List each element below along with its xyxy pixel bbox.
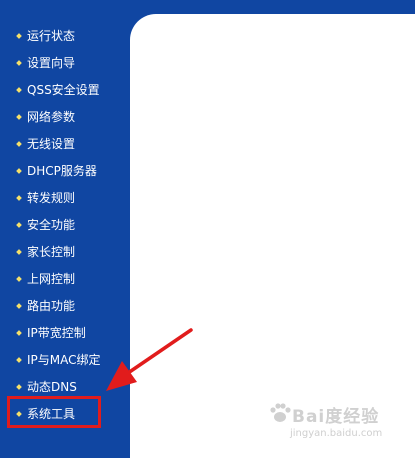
sidebar-item-network[interactable]: 网络参数 [0, 103, 130, 130]
bullet-icon [16, 383, 22, 390]
sidebar-item-label: 运行状态 [27, 28, 76, 43]
sidebar-item-label: 无线设置 [27, 136, 76, 151]
bullet-icon [16, 221, 22, 228]
sidebar-item-status[interactable]: 运行状态 [0, 22, 130, 49]
sidebar-item-wireless[interactable]: 无线设置 [0, 130, 130, 157]
sidebar-item-parental[interactable]: 家长控制 [0, 238, 130, 265]
sidebar-item-label: IP与MAC绑定 [27, 352, 101, 367]
sidebar-item-security[interactable]: 安全功能 [0, 211, 130, 238]
bullet-icon [16, 356, 22, 363]
bullet-icon [16, 113, 22, 120]
sidebar-item-label: 转发规则 [27, 190, 76, 205]
sidebar-item-label: DHCP服务器 [27, 163, 97, 178]
sidebar-item-label: IP带宽控制 [27, 325, 86, 340]
bullet-icon [16, 275, 22, 282]
sidebar-item-label: 家长控制 [27, 244, 76, 259]
sidebar-menu: 运行状态 设置向导 QSS安全设置 网络参数 无线设置 DHCP服务器 转发规则… [0, 22, 130, 427]
watermark: Bai度经验 jingyan.baidu.com [262, 398, 412, 448]
bullet-icon [16, 140, 22, 147]
sidebar-item-label: 动态DNS [27, 379, 77, 394]
sidebar-item-qss[interactable]: QSS安全设置 [0, 76, 130, 103]
sidebar-item-forwarding[interactable]: 转发规则 [0, 184, 130, 211]
sidebar-item-label: 路由功能 [27, 298, 76, 313]
sidebar-item-label: 设置向导 [27, 55, 76, 70]
watermark-text: Bai度经验 [292, 407, 380, 427]
sidebar-item-ip-mac[interactable]: IP与MAC绑定 [0, 346, 130, 373]
bullet-icon [16, 248, 22, 255]
sidebar-item-routing[interactable]: 路由功能 [0, 292, 130, 319]
sidebar-item-setup-wizard[interactable]: 设置向导 [0, 49, 130, 76]
bullet-icon [16, 32, 22, 39]
bullet-icon [16, 329, 22, 336]
bullet-icon [16, 302, 22, 309]
highlight-box [7, 396, 101, 428]
bullet-icon [16, 167, 22, 174]
sidebar-item-dhcp[interactable]: DHCP服务器 [0, 157, 130, 184]
paw-icon [270, 403, 291, 422]
watermark-url: jingyan.baidu.com [290, 428, 383, 439]
sidebar-item-label: 网络参数 [27, 109, 76, 124]
bullet-icon [16, 194, 22, 201]
sidebar-item-bandwidth[interactable]: IP带宽控制 [0, 319, 130, 346]
sidebar-item-access-control[interactable]: 上网控制 [0, 265, 130, 292]
sidebar-item-label: QSS安全设置 [27, 82, 100, 97]
sidebar-item-label: 安全功能 [27, 217, 76, 232]
bullet-icon [16, 86, 22, 93]
main-content [130, 14, 415, 458]
sidebar-item-label: 上网控制 [27, 271, 76, 286]
sidebar: 运行状态 设置向导 QSS安全设置 网络参数 无线设置 DHCP服务器 转发规则… [0, 0, 130, 458]
bullet-icon [16, 59, 22, 66]
